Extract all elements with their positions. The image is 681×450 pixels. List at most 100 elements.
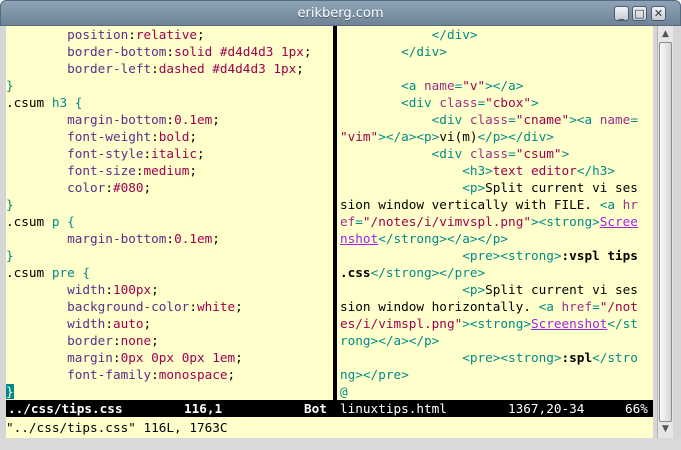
code-line: </div> <box>340 43 653 60</box>
code-token: background-color <box>67 299 190 314</box>
code-token: : <box>143 146 152 161</box>
code-token: : <box>128 27 136 42</box>
maximize-button[interactable]: □ <box>632 6 647 21</box>
code-token: .css <box>340 265 371 280</box>
code-token: ><strong> <box>462 316 531 331</box>
code-token: = <box>355 214 363 229</box>
code-token: href <box>561 299 593 314</box>
code-line: border-left:dashed #d4d4d3 1px; <box>6 60 331 77</box>
title-bar[interactable]: erikberg.com _ □ ✕ <box>0 0 681 26</box>
code-token: <pre><strong> <box>462 248 562 263</box>
code-token: : <box>189 299 197 314</box>
status-separator <box>331 400 340 417</box>
window-border-right-outer <box>673 26 681 438</box>
code-token: = <box>630 112 638 127</box>
code-token: :spl <box>561 350 593 365</box>
left-status-scroll: Bot <box>304 401 327 416</box>
code-token: margin <box>67 350 113 365</box>
code-token: .csum <box>6 265 52 280</box>
code-token: 100px <box>112 282 152 297</box>
code-line: <pre><strong>:spl</stro <box>340 349 653 366</box>
code-token: h3 <box>51 95 68 110</box>
code-token: Scree <box>599 214 638 229</box>
scrollbar-thumb[interactable] <box>659 42 672 422</box>
code-token: ; <box>189 163 197 178</box>
code-token: ; <box>151 282 159 297</box>
vertical-scrollbar[interactable]: ▲ ▼ <box>657 26 673 438</box>
code-token: Split current vi ses <box>485 282 638 297</box>
code-token: <pre><strong> <box>462 350 562 365</box>
code-token: <a <box>538 299 562 314</box>
left-editor-pane[interactable]: position:relative; border-bottom:solid #… <box>6 26 331 400</box>
scroll-up-arrow-icon[interactable]: ▲ <box>659 28 672 41</box>
code-token: ; <box>143 180 152 195</box>
code-token: <p> <box>462 180 486 195</box>
code-token: "cname" <box>515 112 570 127</box>
code-line: font-family:monospace; <box>6 366 331 383</box>
scroll-down-arrow-icon[interactable]: ▼ <box>659 423 672 436</box>
command-line[interactable]: "../css/tips.css" 116L, 1763C <box>6 419 228 436</box>
code-token: text editor <box>492 163 577 178</box>
close-button[interactable]: ✕ <box>651 6 666 21</box>
code-token: italic <box>151 146 197 161</box>
code-token: font-weight <box>67 129 152 144</box>
right-status-position: 1367,20-34 <box>508 401 585 416</box>
code-token: sion window vertically with FILE. <box>340 197 600 212</box>
code-token: { <box>74 95 83 110</box>
code-token: : <box>105 180 113 195</box>
code-token: width <box>67 282 106 297</box>
code-token: 0px 0px 0px 1em <box>120 350 236 365</box>
code-token: ; <box>212 231 220 246</box>
code-token: ></a> <box>485 78 524 93</box>
code-token: auto <box>112 316 144 331</box>
code-token: <div <box>431 146 470 161</box>
code-token: dashed #d4d4d3 1px <box>158 61 297 76</box>
code-line: sion window horizontally. <a href="/not <box>340 298 653 315</box>
code-token: : <box>151 129 159 144</box>
code-token: position <box>67 27 129 42</box>
code-token: ; <box>235 350 243 365</box>
code-token: </st <box>607 316 638 331</box>
code-token: none <box>120 333 152 348</box>
right-editor-pane[interactable]: </div> </div> <a name="v"></a> <div clas… <box>340 26 653 400</box>
code-line: sion window vertically with FILE. <a hr <box>340 196 653 213</box>
minimize-button[interactable]: _ <box>614 6 629 21</box>
code-line: <p>Split current vi ses <box>340 281 653 298</box>
code-line: } <box>6 196 331 213</box>
code-line: width:100px; <box>6 281 331 298</box>
code-token: :vspl tips <box>561 248 638 263</box>
code-token: ><strong> <box>530 214 600 229</box>
code-line: margin-bottom:0.1em; <box>6 111 331 128</box>
code-line: ng></pre> <box>340 366 653 383</box>
code-token: } <box>6 78 14 93</box>
code-token: #080 <box>112 180 144 195</box>
code-token: class <box>469 146 509 161</box>
code-token: = <box>508 112 516 127</box>
code-line: width:auto; <box>6 315 331 332</box>
code-token: </div> <box>431 27 478 42</box>
code-token: <p> <box>462 282 486 297</box>
code-line: margin:0px 0px 0px 1em; <box>6 349 331 366</box>
code-token: font-style <box>67 146 144 161</box>
code-token: monospace <box>158 367 228 382</box>
code-line: margin-bottom:0.1em; <box>6 230 331 247</box>
code-token: </stro <box>592 350 638 365</box>
code-token: { <box>67 214 75 229</box>
code-line: font-weight:bold; <box>6 128 331 145</box>
window-border-bottom <box>0 438 681 450</box>
vim-terminal[interactable]: position:relative; border-bottom:solid #… <box>6 26 653 438</box>
code-token: </div> <box>401 44 447 59</box>
code-line: ef="/notes/i/vimvspl.png"><strong>Scree <box>340 213 653 230</box>
code-token: ><a <box>569 112 600 127</box>
